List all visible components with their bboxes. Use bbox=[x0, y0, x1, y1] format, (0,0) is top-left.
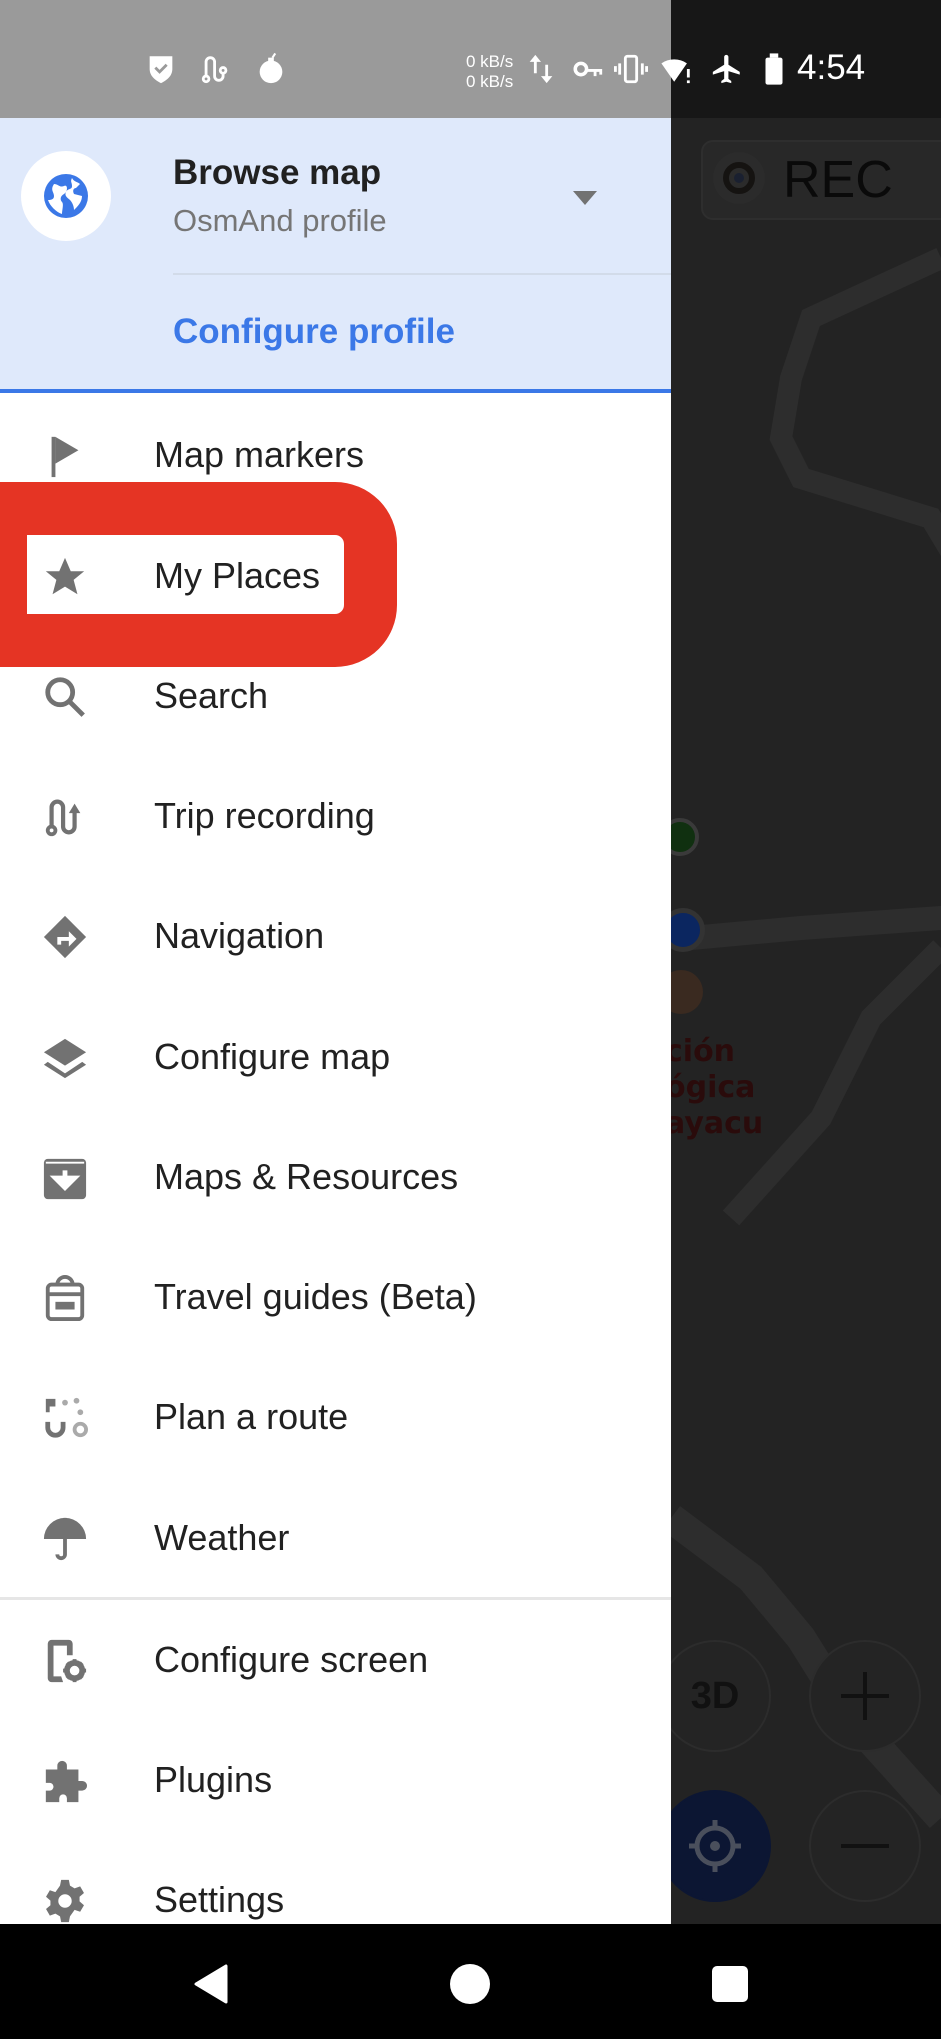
menu-item-map-markers[interactable]: Map markers bbox=[0, 395, 671, 515]
map-poi-label-line: ayacu bbox=[671, 1106, 764, 1141]
map-poi-label-line: ción bbox=[671, 1034, 736, 1069]
route-icon bbox=[201, 56, 228, 84]
system-nav-bar bbox=[0, 1924, 941, 2039]
menu-item-label: Trip recording bbox=[154, 795, 375, 836]
crosshair-icon bbox=[689, 1820, 741, 1872]
profile-subtitle: OsmAnd profile bbox=[173, 203, 387, 238]
navigation-drawer: Browse map OsmAnd profile Configure prof… bbox=[0, 118, 671, 1924]
menu-item-weather[interactable]: Weather bbox=[0, 1478, 671, 1598]
shield-check-icon bbox=[149, 56, 173, 84]
trip-recording-icon bbox=[45, 799, 81, 837]
layers-icon bbox=[43, 1038, 87, 1079]
menu-item-label: Travel guides (Beta) bbox=[154, 1276, 477, 1317]
rec-label: REC bbox=[783, 151, 893, 209]
menu-item-trip-recording[interactable]: Trip recording bbox=[0, 756, 671, 876]
battery-icon bbox=[765, 53, 783, 85]
network-speed-down: 0 kB/s bbox=[466, 72, 514, 91]
drawer-header[interactable]: Browse map OsmAnd profile Configure prof… bbox=[0, 118, 671, 389]
record-icon bbox=[713, 152, 765, 204]
clock: 4:54 bbox=[797, 48, 866, 87]
menu-item-label: Maps & Resources bbox=[154, 1156, 459, 1197]
menu-item-plugins[interactable]: Plugins bbox=[0, 1720, 671, 1840]
profile-dropdown-button[interactable] bbox=[572, 188, 598, 208]
puzzle-icon bbox=[45, 1760, 88, 1803]
globe-icon bbox=[44, 174, 88, 218]
status-bar: 0 kB/s 0 kB/s 4:54 bbox=[0, 0, 941, 118]
menu-item-label: My Places bbox=[154, 555, 321, 596]
menu-item-label: Navigation bbox=[154, 915, 325, 956]
back-button[interactable] bbox=[190, 1960, 238, 2008]
recents-button[interactable] bbox=[706, 1960, 754, 2008]
navigation-icon bbox=[43, 915, 87, 959]
header-accent-line bbox=[0, 389, 671, 393]
triangle-down-icon bbox=[573, 191, 597, 205]
data-arrows-icon bbox=[529, 54, 553, 84]
menu-item-label: Configure map bbox=[154, 1036, 391, 1077]
network-speed-up: 0 kB/s bbox=[466, 52, 514, 71]
vpn-key-icon bbox=[573, 61, 603, 77]
menu-item-plan-route[interactable]: Plan a route bbox=[0, 1357, 671, 1477]
menu-item-label: Configure screen bbox=[154, 1639, 429, 1680]
bomb-icon bbox=[259, 52, 283, 84]
menu-item-my-places[interactable]: My Places bbox=[0, 516, 671, 636]
minus-icon bbox=[841, 1844, 889, 1848]
menu-item-label: Search bbox=[154, 675, 269, 716]
menu-item-label: Settings bbox=[154, 1879, 285, 1920]
menu-item-configure-map[interactable]: Configure map bbox=[0, 997, 671, 1117]
menu-item-travel-guides[interactable]: Travel guides (Beta) bbox=[0, 1237, 671, 1357]
menu-item-navigation[interactable]: Navigation bbox=[0, 876, 671, 996]
star-icon bbox=[45, 557, 85, 595]
profile-avatar bbox=[21, 151, 111, 241]
umbrella-icon bbox=[43, 1517, 87, 1561]
menu-item-label: Plan a route bbox=[154, 1396, 349, 1437]
menu-item-settings[interactable]: Settings bbox=[0, 1840, 671, 1924]
menu-item-label: Plugins bbox=[154, 1759, 273, 1800]
search-icon bbox=[45, 677, 85, 717]
my-location-button[interactable] bbox=[671, 1790, 771, 1902]
zoom-out-button[interactable] bbox=[809, 1790, 921, 1902]
flag-icon bbox=[51, 436, 79, 478]
configure-screen-icon bbox=[47, 1639, 87, 1683]
header-divider bbox=[173, 273, 671, 275]
menu-item-label: Map markers bbox=[154, 434, 365, 475]
menu-item-search[interactable]: Search bbox=[0, 636, 671, 756]
menu-item-configure-screen[interactable]: Configure screen bbox=[0, 1600, 671, 1720]
map-poi-label-line: ógica bbox=[671, 1070, 756, 1105]
configure-profile-link[interactable]: Configure profile bbox=[173, 310, 455, 354]
home-button[interactable] bbox=[446, 1960, 494, 2008]
wifi-alert-icon bbox=[661, 59, 690, 84]
download-box-icon bbox=[43, 1158, 87, 1200]
plus-icon bbox=[841, 1672, 889, 1720]
airplane-icon bbox=[712, 54, 740, 84]
gear-icon bbox=[46, 1879, 84, 1923]
zoom-in-button[interactable] bbox=[809, 1640, 921, 1752]
trip-rec-widget[interactable]: REC bbox=[701, 140, 941, 220]
menu-item-label: Weather bbox=[154, 1517, 290, 1558]
plan-route-icon bbox=[45, 1397, 88, 1438]
backpack-icon bbox=[45, 1275, 85, 1321]
profile-title: Browse map bbox=[173, 153, 382, 192]
network-speed: 0 kB/s 0 kB/s bbox=[466, 52, 513, 92]
vibrate-icon bbox=[614, 54, 648, 84]
map-view[interactable]: REC ción ógica ayacu 3D bbox=[671, 118, 941, 1924]
menu-item-maps-resources[interactable]: Maps & Resources bbox=[0, 1117, 671, 1237]
